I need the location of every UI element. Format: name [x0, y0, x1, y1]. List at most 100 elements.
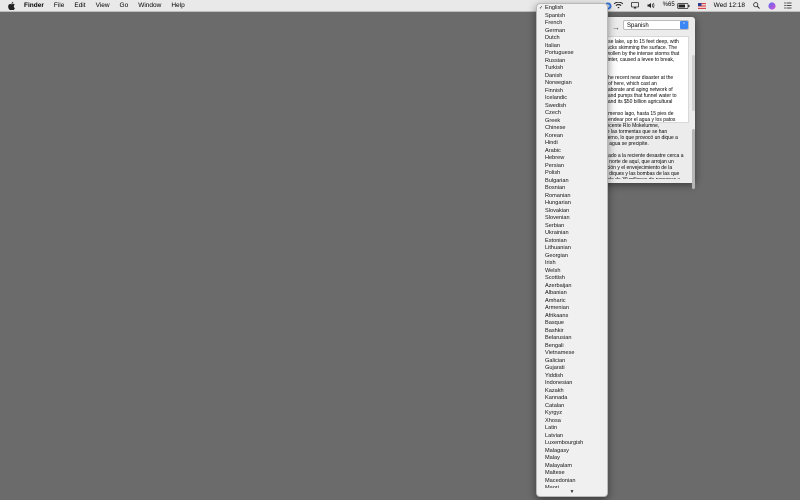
language-option-chinese[interactable]: Chinese	[537, 125, 607, 133]
language-option-label: Kannada	[545, 395, 568, 401]
language-option-label: Armenian	[545, 305, 569, 311]
language-option-label: Icelandic	[545, 95, 568, 101]
source-paragraph: ...se lake, up to 15 feet deep, with duc…	[604, 39, 680, 69]
language-option-slovakian[interactable]: Slovakian	[537, 208, 607, 216]
airplay-icon[interactable]	[630, 2, 639, 9]
spotlight-search-icon[interactable]	[753, 2, 760, 9]
language-option-portuguese[interactable]: Portuguese	[537, 50, 607, 58]
language-option-irish[interactable]: Irish	[537, 260, 607, 268]
language-option-latin[interactable]: Latin	[537, 425, 607, 433]
language-option-scottish[interactable]: Scottish	[537, 275, 607, 283]
language-option-estonian[interactable]: Estonian	[537, 238, 607, 246]
language-option-kazakh[interactable]: Kazakh	[537, 388, 607, 396]
volume-icon[interactable]	[647, 2, 655, 9]
language-option-bulgarian[interactable]: Bulgarian	[537, 178, 607, 186]
checkmark-icon: ✓	[539, 5, 544, 11]
language-option-danish[interactable]: Danish	[537, 73, 607, 81]
source-scrollbar[interactable]	[692, 55, 695, 111]
battery-percent[interactable]: %65	[663, 0, 675, 11]
language-option-label: Albanian	[545, 290, 567, 296]
scroll-down-arrow-icon[interactable]: ▼	[537, 488, 607, 496]
translation-scrollbar[interactable]	[692, 129, 695, 189]
language-option-french[interactable]: French	[537, 20, 607, 28]
language-option-persian[interactable]: Persian	[537, 163, 607, 171]
language-option-basque[interactable]: Basque	[537, 320, 607, 328]
language-option-bosnian[interactable]: Bosnian	[537, 185, 607, 193]
language-option-macedonian[interactable]: Macedonian	[537, 478, 607, 486]
menu-view[interactable]: View	[96, 0, 110, 11]
language-option-indonesian[interactable]: Indonesian	[537, 380, 607, 388]
language-option-maltese[interactable]: Maltese	[537, 470, 607, 478]
menu-window[interactable]: Window	[138, 0, 161, 11]
language-option-label: Persian	[545, 162, 564, 169]
language-option-norwegian[interactable]: Norwegian	[537, 80, 607, 88]
target-language-select[interactable]: Spanish ⌃	[623, 20, 689, 30]
language-option-malay[interactable]: Malay	[537, 455, 607, 463]
language-option-kyrgyz[interactable]: Kyrgyz	[537, 410, 607, 418]
language-option-xhosa[interactable]: Xhosa	[537, 418, 607, 426]
menu-file[interactable]: File	[54, 0, 64, 11]
language-option-czech[interactable]: Czech	[537, 110, 607, 118]
language-option-hebrew[interactable]: Hebrew	[537, 155, 607, 163]
language-option-latvian[interactable]: Latvian	[537, 433, 607, 441]
language-option-russian[interactable]: Russian	[537, 58, 607, 66]
language-option-amharic[interactable]: Amharic	[537, 298, 607, 306]
language-option-ukrainian[interactable]: Ukrainian	[537, 230, 607, 238]
language-option-yiddish[interactable]: Yiddish	[537, 373, 607, 381]
language-option-malagasy[interactable]: Malagasy	[537, 448, 607, 456]
language-option-slovenian[interactable]: Slovenian	[537, 215, 607, 223]
app-menu-finder[interactable]: Finder	[24, 0, 44, 11]
language-option-swedish[interactable]: Swedish	[537, 103, 607, 111]
language-option-label: Afrikaans	[545, 312, 569, 319]
menu-edit[interactable]: Edit	[74, 0, 85, 11]
language-option-georgian[interactable]: Georgian	[537, 253, 607, 261]
language-option-icelandic[interactable]: Icelandic	[537, 95, 607, 103]
language-option-bengali[interactable]: Bengali	[537, 343, 607, 351]
language-option-hindi[interactable]: Hindi	[537, 140, 607, 148]
language-option-english[interactable]: ✓ English	[537, 5, 607, 13]
language-option-label: Norwegian	[545, 80, 572, 86]
language-option-catalan[interactable]: Catalan	[537, 403, 607, 411]
language-dropdown-menu: ✓ English Spanish French German Dutch Italian P…	[536, 3, 608, 497]
language-option-galician[interactable]: Galician	[537, 358, 607, 366]
language-option-belarusian[interactable]: Belarusian	[537, 335, 607, 343]
wifi-icon[interactable]	[613, 2, 623, 9]
language-option-luxembourgish[interactable]: Luxembourgish	[537, 440, 607, 448]
language-option-turkish[interactable]: Turkish	[537, 65, 607, 73]
language-option-bashkir[interactable]: Bashkir	[537, 328, 607, 336]
translate-direction-arrow-icon[interactable]: →	[612, 23, 620, 32]
language-option-afrikaans[interactable]: Afrikaans	[537, 313, 607, 321]
battery-icon[interactable]	[676, 2, 690, 9]
menu-help[interactable]: Help	[171, 0, 184, 11]
siri-icon[interactable]	[768, 1, 776, 10]
language-option-greek[interactable]: Greek	[537, 118, 607, 126]
language-option-finnish[interactable]: Finnish	[537, 88, 607, 96]
language-option-lithuanian[interactable]: Lithuanian	[537, 245, 607, 253]
language-option-label: Danish	[545, 72, 563, 79]
clock[interactable]: Wed 12:18	[714, 0, 745, 11]
language-option-italian[interactable]: Italian	[537, 43, 607, 51]
language-option-label: Romanian	[545, 192, 571, 199]
apple-menu-icon[interactable]	[8, 1, 16, 10]
language-option-arabic[interactable]: Arabic	[537, 148, 607, 156]
language-option-kannada[interactable]: Kannada	[537, 395, 607, 403]
language-option-polish[interactable]: Polish	[537, 170, 607, 178]
language-option-german[interactable]: German	[537, 28, 607, 36]
language-list: ✓ English Spanish French German Dutch Italian P…	[537, 4, 607, 493]
language-option-serbian[interactable]: Serbian	[537, 223, 607, 231]
language-option-hungarian[interactable]: Hungarian	[537, 200, 607, 208]
language-option-malayalam[interactable]: Malayalam	[537, 463, 607, 471]
language-option-dutch[interactable]: Dutch	[537, 35, 607, 43]
language-option-albanian[interactable]: Albanian	[537, 290, 607, 298]
language-option-romanian[interactable]: Romanian	[537, 193, 607, 201]
input-source-flag-icon[interactable]	[697, 2, 706, 9]
language-option-welsh[interactable]: Welsh	[537, 268, 607, 276]
language-option-korean[interactable]: Korean	[537, 133, 607, 141]
language-option-spanish[interactable]: Spanish	[537, 13, 607, 21]
menu-go[interactable]: Go	[120, 0, 129, 11]
language-option-armenian[interactable]: Armenian	[537, 305, 607, 313]
language-option-azerbaijan[interactable]: Azerbaijan	[537, 283, 607, 291]
language-option-gujarati[interactable]: Gujarati	[537, 365, 607, 373]
notification-center-icon[interactable]	[784, 2, 792, 9]
language-option-vietnamese[interactable]: Vietnamese	[537, 350, 607, 358]
